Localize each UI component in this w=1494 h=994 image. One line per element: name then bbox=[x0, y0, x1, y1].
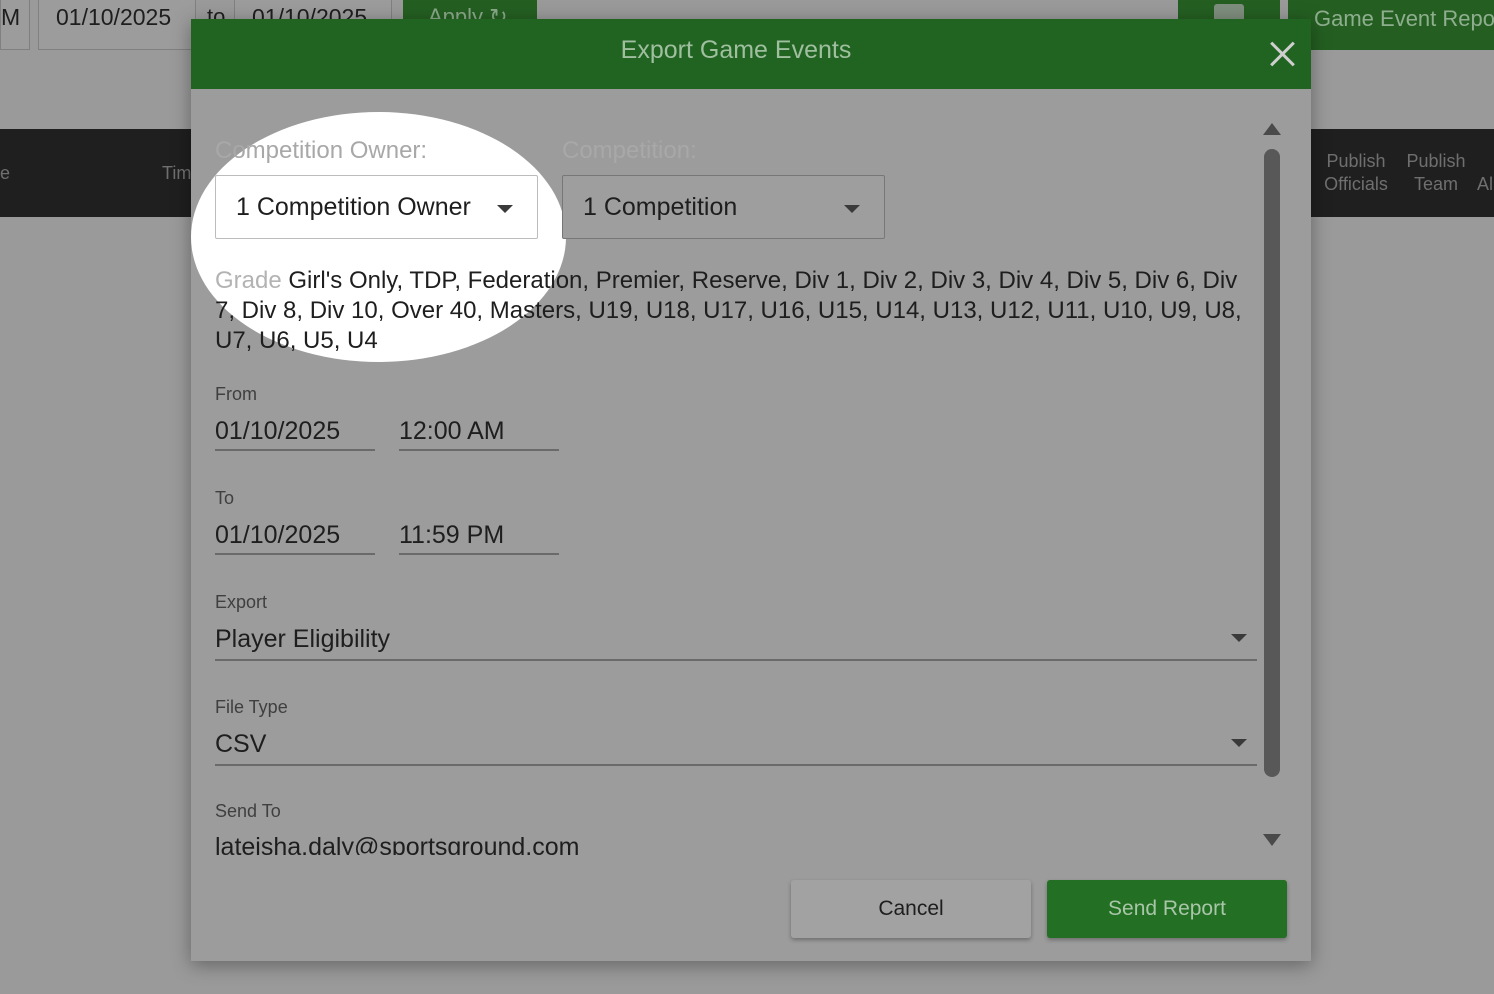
scroll-up-arrow-icon[interactable] bbox=[1263, 123, 1281, 135]
send-report-button[interactable]: Send Report bbox=[1047, 880, 1287, 938]
export-value: Player Eligibility bbox=[215, 625, 391, 653]
dialog-content: Competition Owner: 1 Competition Owner C… bbox=[191, 89, 1311, 855]
bg-date-from-text: 01/10/2025 bbox=[56, 4, 172, 30]
competition-select[interactable]: 1 Competition bbox=[562, 175, 885, 239]
bg-date-from-field[interactable]: 01/10/2025 bbox=[38, 0, 196, 50]
scroll-down-arrow-icon[interactable] bbox=[1263, 834, 1281, 846]
chevron-down-icon bbox=[497, 205, 513, 213]
bg-col-publish-team-1: Publish bbox=[1406, 151, 1466, 171]
file-type-label: File Type bbox=[215, 697, 288, 717]
bg-time-text: M bbox=[1, 4, 21, 30]
bg-report-label: Game Event Repor bbox=[1314, 6, 1494, 31]
grade-values: Girl's Only, TDP, Federation, Premier, R… bbox=[215, 267, 1242, 354]
to-time-input[interactable]: 11:59 PM bbox=[399, 515, 559, 555]
competition-owner-select[interactable]: 1 Competition Owner bbox=[215, 175, 538, 239]
bg-col-publish-officials-2: Officials bbox=[1324, 174, 1388, 194]
file-type-value: CSV bbox=[215, 730, 267, 758]
from-date-input[interactable]: 01/10/2025 bbox=[215, 411, 375, 451]
chevron-down-icon bbox=[1231, 739, 1247, 747]
scrollbar-thumb[interactable] bbox=[1264, 149, 1280, 777]
bg-col-partial: e bbox=[0, 163, 11, 183]
competition-value: 1 Competition bbox=[583, 193, 738, 221]
export-label: Export bbox=[215, 592, 268, 612]
bg-col-partial-right: Al bbox=[1477, 174, 1494, 194]
competition-owner-value: 1 Competition Owner bbox=[236, 193, 471, 221]
bg-col-publish-team-2: Team bbox=[1413, 174, 1458, 194]
close-icon[interactable] bbox=[1269, 39, 1297, 67]
to-label: To bbox=[215, 488, 235, 508]
file-type-select[interactable]: CSV bbox=[215, 724, 1257, 766]
grade-list: Grade Girl's Only, TDP, Federation, Prem… bbox=[215, 266, 1245, 356]
chevron-down-icon bbox=[1231, 634, 1247, 642]
bg-time-field[interactable]: M bbox=[0, 0, 30, 50]
send-to-label: Send To bbox=[215, 801, 281, 821]
competition-label: Competition: bbox=[562, 137, 697, 164]
bg-col-publish-officials-1: Publish bbox=[1326, 151, 1386, 171]
export-game-events-dialog: Export Game Events Competition Owner: 1 … bbox=[191, 19, 1311, 961]
competition-owner-label: Competition Owner: bbox=[215, 137, 428, 164]
from-label: From bbox=[215, 384, 257, 404]
from-time-input[interactable]: 12:00 AM bbox=[399, 411, 559, 451]
send-to-input[interactable]: lateisha.daly@sportsground.com bbox=[215, 829, 579, 855]
dialog-header: Export Game Events bbox=[191, 19, 1311, 89]
grade-label: Grade bbox=[215, 267, 282, 294]
export-select[interactable]: Player Eligibility bbox=[215, 619, 1257, 661]
chevron-down-icon bbox=[844, 205, 860, 213]
bg-col-time: Tim bbox=[162, 163, 192, 183]
dialog-title: Export Game Events bbox=[620, 36, 852, 64]
cancel-button[interactable]: Cancel bbox=[791, 880, 1031, 938]
bg-game-event-report-button[interactable]: Game Event Repor bbox=[1288, 0, 1494, 50]
to-date-input[interactable]: 01/10/2025 bbox=[215, 515, 375, 555]
